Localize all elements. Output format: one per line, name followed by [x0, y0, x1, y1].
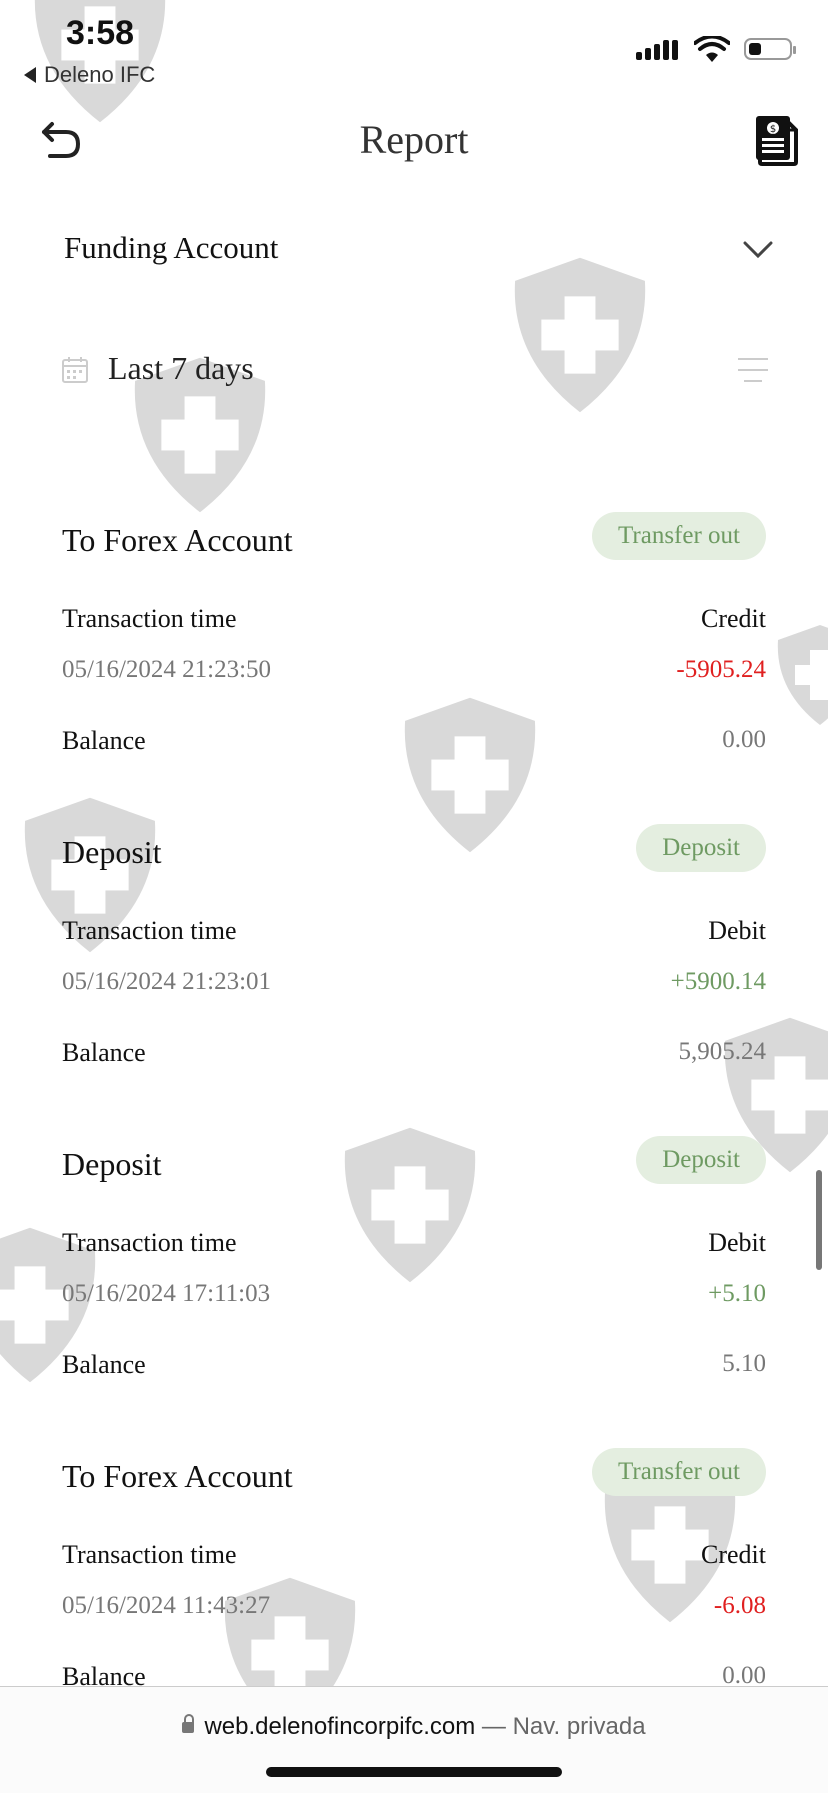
page-header: Report $	[0, 100, 828, 180]
transaction-amount: -6.08	[713, 1592, 766, 1619]
lock-icon	[182, 1714, 195, 1734]
transaction-type-badge: Transfer out	[592, 1448, 766, 1496]
page-title: Report	[359, 117, 469, 162]
private-mode-label: — Nav. privada	[481, 1713, 646, 1740]
calendar-icon	[62, 356, 88, 389]
browser-address-bar[interactable]: web.delenofincorpifc.com — Nav. privada	[0, 1686, 828, 1793]
account-selector[interactable]: Funding Account	[0, 210, 828, 290]
transaction-title: Deposit	[62, 834, 162, 870]
status-bar: 3:58 Deleno IFC	[0, 0, 828, 100]
transaction-type-badge: Deposit	[636, 824, 766, 872]
watermark-shield-icon	[330, 1120, 490, 1290]
cellular-signal-icon	[636, 40, 678, 60]
back-triangle-icon	[24, 67, 36, 83]
watermark-shield-icon	[390, 690, 550, 860]
transaction-direction-label: Debit	[708, 916, 766, 945]
date-range-selector[interactable]: Last 7 days	[0, 330, 828, 410]
transaction-direction-label: Debit	[708, 1228, 766, 1257]
transaction-datetime: 05/16/2024 21:23:01	[62, 968, 272, 995]
transaction-time-label: Transaction time	[62, 916, 237, 945]
transaction-time-label: Transaction time	[62, 1228, 237, 1257]
date-range-label: Last 7 days	[108, 350, 254, 386]
filter-menu-icon[interactable]	[738, 356, 768, 389]
home-indicator[interactable]	[266, 1767, 562, 1777]
svg-text:$: $	[770, 124, 776, 135]
transaction-title: To Forex Account	[62, 522, 293, 558]
balance-label: Balance	[62, 1350, 146, 1379]
back-app-label: Deleno IFC	[44, 62, 156, 87]
account-selector-label: Funding Account	[64, 230, 279, 265]
url-domain: web.delenofincorpifc.com	[204, 1713, 476, 1740]
transaction-title: To Forex Account	[62, 1458, 293, 1494]
balance-label: Balance	[62, 1038, 146, 1067]
transaction-time-label: Transaction time	[62, 1540, 237, 1569]
balance-value: 5.10	[722, 1350, 766, 1377]
url-display[interactable]: web.delenofincorpifc.com — Nav. privada	[0, 1713, 828, 1741]
transaction-type-badge: Transfer out	[592, 512, 766, 560]
transaction-direction-label: Credit	[701, 604, 766, 633]
transaction-datetime: 05/16/2024 17:11:03	[62, 1280, 271, 1307]
wifi-icon	[693, 34, 731, 69]
back-to-app-link[interactable]: Deleno IFC	[24, 62, 155, 88]
balance-value: 5,905.24	[678, 1038, 767, 1065]
status-time: 3:58	[66, 14, 135, 52]
balance-value: 0.00	[722, 726, 766, 753]
chevron-down-icon	[742, 240, 774, 265]
transaction-title: Deposit	[62, 1146, 162, 1182]
transaction-amount: +5.10	[708, 1280, 766, 1307]
transaction-amount: +5900.14	[670, 968, 766, 995]
transaction-datetime: 05/16/2024 21:23:50	[62, 656, 272, 683]
vertical-scrollbar[interactable]	[816, 1170, 822, 1270]
transaction-direction-label: Credit	[701, 1540, 766, 1569]
transaction-time-label: Transaction time	[62, 604, 237, 633]
balance-label: Balance	[62, 726, 146, 755]
battery-icon	[744, 38, 796, 60]
transaction-datetime: 05/16/2024 11:43:27	[62, 1592, 271, 1619]
report-document-icon[interactable]: $	[754, 116, 800, 166]
transaction-type-badge: Deposit	[636, 1136, 766, 1184]
transaction-amount: -5905.24	[676, 656, 766, 683]
watermark-shield-icon	[770, 590, 828, 760]
